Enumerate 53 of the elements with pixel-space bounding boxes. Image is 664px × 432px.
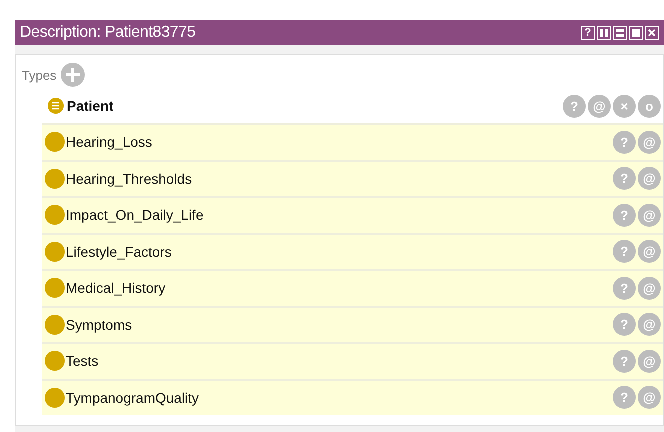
class-name: TympanogramQuality (66, 390, 200, 406)
class-icon (45, 388, 65, 408)
close-icon[interactable] (645, 26, 659, 40)
class-icon (45, 314, 65, 335)
class-icon (48, 98, 64, 114)
action-button[interactable]: ? (613, 350, 636, 373)
action-button[interactable]: @ (638, 204, 661, 227)
class-icon (45, 242, 65, 262)
type-row[interactable]: Hearing_Thresholds ? @ (42, 160, 663, 196)
class-icon (45, 205, 65, 226)
action-button[interactable]: @ (638, 167, 661, 190)
class-name: Tests (66, 353, 99, 370)
action-button[interactable]: ? (613, 386, 636, 410)
action-button[interactable]: ? (613, 167, 636, 190)
class-name: Impact_On_Daily_Life (66, 207, 204, 224)
type-row[interactable]: Lifestyle_Factors ? @ (42, 232, 663, 269)
class-icon (45, 351, 65, 372)
split-columns-icon[interactable] (597, 26, 611, 40)
action-button[interactable]: @ (638, 240, 661, 264)
type-row[interactable]: Medical_History ? @ (42, 269, 663, 306)
action-button[interactable]: @ (638, 276, 661, 300)
action-button[interactable]: @ (638, 130, 661, 154)
class-name: Lifestyle_Factors (66, 244, 172, 260)
action-button[interactable]: ? (613, 240, 636, 264)
class-icon (45, 278, 65, 298)
action-button[interactable]: ? (613, 276, 636, 300)
type-row[interactable]: Tests ? @ (42, 342, 663, 378)
action-button[interactable]: @ (638, 313, 661, 336)
action-button[interactable]: ? (563, 94, 586, 118)
type-row[interactable]: Symptoms ? @ (42, 306, 663, 342)
help-button[interactable]: ? (581, 26, 595, 40)
class-name: Medical_History (66, 280, 166, 296)
action-button[interactable]: o (638, 94, 661, 118)
type-row[interactable]: Impact_On_Daily_Life ? @ (42, 196, 663, 232)
action-button[interactable]: ? (613, 130, 636, 154)
type-row[interactable]: TympanogramQuality ? @ (42, 378, 663, 415)
action-button[interactable]: @ (588, 94, 611, 118)
class-name: Hearing_Loss (66, 134, 152, 150)
action-button[interactable]: @ (638, 386, 661, 410)
class-name: Patient (67, 98, 114, 114)
split-rows-icon[interactable] (613, 26, 627, 40)
type-row[interactable]: Hearing_Loss ? @ (42, 123, 663, 160)
action-button[interactable]: ? (613, 204, 636, 227)
class-icon (45, 168, 65, 189)
class-icon (45, 132, 65, 152)
action-button[interactable]: × (613, 94, 636, 118)
maximize-icon[interactable] (629, 26, 643, 40)
action-button[interactable]: ? (613, 313, 636, 336)
action-button[interactable]: @ (638, 350, 661, 373)
window-title: Description: Patient83775 (20, 24, 196, 42)
section-label: Types (22, 68, 57, 82)
class-name: Symptoms (66, 316, 132, 333)
class-name: Hearing_Thresholds (66, 170, 192, 187)
